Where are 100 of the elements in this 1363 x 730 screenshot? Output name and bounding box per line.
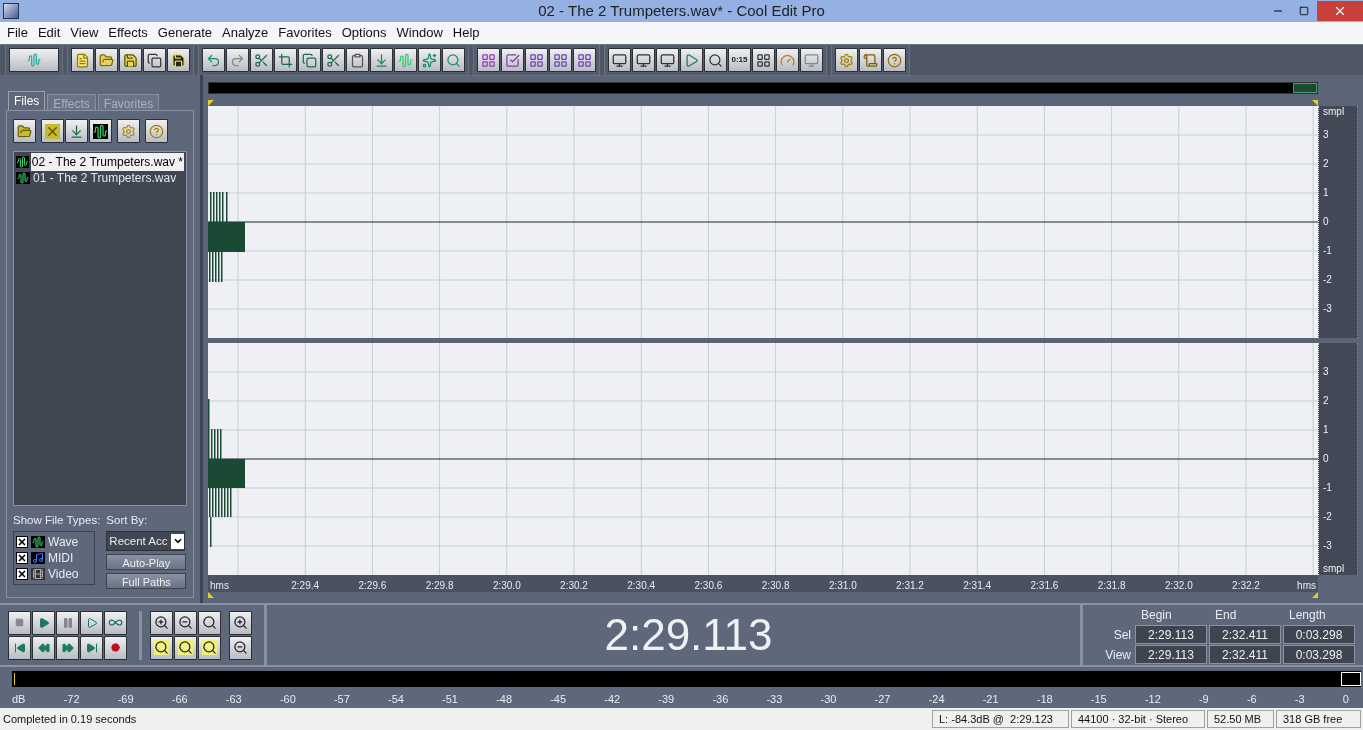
file-list-item[interactable]: 02 - The 2 Trumpeters.wav * <box>16 154 184 170</box>
repeat-button[interactable] <box>250 48 273 72</box>
play-button[interactable] <box>680 48 703 72</box>
meter-scale-label: -30 <box>820 692 837 707</box>
play-to-end-button[interactable] <box>80 610 103 635</box>
axis-label: -3 <box>1323 541 1332 551</box>
menu-item[interactable]: Edit <box>32 23 66 43</box>
tool-button[interactable] <box>442 48 465 72</box>
play-button[interactable] <box>32 610 55 635</box>
sort-by-dropdown[interactable]: Recent Acc <box>106 531 186 552</box>
menu-item[interactable]: File <box>2 23 33 43</box>
copy-icon <box>302 52 317 68</box>
mix-paste-button[interactable] <box>370 48 393 72</box>
meter-scale-label: -48 <box>496 692 513 707</box>
zoom-full-button[interactable] <box>198 610 221 635</box>
undo-button[interactable] <box>202 48 225 72</box>
vertical-zoom-in-button[interactable] <box>229 610 252 635</box>
zoom-left-button[interactable] <box>174 635 197 660</box>
view-range-indicator[interactable] <box>1293 83 1317 93</box>
checkbox[interactable] <box>16 568 28 581</box>
menu-item[interactable]: Favorites <box>273 23 337 43</box>
go-to-end-button[interactable] <box>80 635 103 660</box>
stop-button[interactable] <box>8 610 31 635</box>
save-icon <box>123 52 138 68</box>
help-button[interactable] <box>145 119 168 143</box>
zoom-out-button[interactable] <box>174 610 197 635</box>
rewind-button[interactable] <box>32 635 55 660</box>
grid-button[interactable] <box>549 48 572 72</box>
menu-item[interactable]: View <box>65 23 104 43</box>
time-field[interactable]: 0:03.298 <box>1283 625 1355 644</box>
menu-item[interactable]: Help <box>447 23 485 43</box>
window-button[interactable] <box>632 48 655 72</box>
checkbox[interactable] <box>16 552 28 565</box>
time-field[interactable]: 2:29.113 <box>1135 645 1207 664</box>
menu-item[interactable]: Generate <box>152 23 218 43</box>
settings-button[interactable] <box>835 48 858 72</box>
open-folder-button[interactable] <box>13 119 36 143</box>
insert-button[interactable] <box>65 119 88 143</box>
film-icon <box>31 568 45 581</box>
meter-scale-label: -27 <box>874 692 891 707</box>
open-button[interactable] <box>95 48 118 72</box>
level-meter-button[interactable] <box>776 48 799 72</box>
effect-button[interactable] <box>418 48 441 72</box>
window-button[interactable] <box>752 48 775 72</box>
meter-scale-label: -54 <box>388 692 404 707</box>
checkbox-icon-button[interactable] <box>501 48 524 72</box>
meter-scale-label: -21 <box>982 692 999 707</box>
record-button[interactable] <box>104 635 127 660</box>
time-field[interactable]: 2:32.411 <box>1209 625 1281 644</box>
zoom-button[interactable] <box>704 48 727 72</box>
new-file-button[interactable] <box>71 48 94 72</box>
menu-item[interactable]: Options <box>336 23 392 43</box>
row-label: View <box>1104 646 1132 664</box>
paste-button[interactable] <box>346 48 369 72</box>
close-file-button[interactable] <box>41 119 64 143</box>
save-all-button[interactable] <box>167 48 190 72</box>
window-button[interactable] <box>656 48 679 72</box>
panel-button[interactable]: Full Paths <box>106 573 187 590</box>
time-field[interactable]: 2:29.113 <box>1135 625 1207 644</box>
check-x-icon <box>17 537 27 548</box>
vertical-zoom-out-button[interactable] <box>229 635 252 660</box>
time-field[interactable]: 2:32.411 <box>1209 645 1281 664</box>
silence-button[interactable] <box>394 48 417 72</box>
menu-item[interactable]: Effects <box>103 23 153 43</box>
zoom-right-button[interactable] <box>198 635 221 660</box>
settings-button[interactable] <box>117 119 140 143</box>
grid-button[interactable] <box>525 48 548 72</box>
crop-button[interactable] <box>274 48 297 72</box>
save-as-button[interactable] <box>143 48 166 72</box>
time-window-button[interactable]: 0:15 <box>728 48 751 72</box>
panel-tab[interactable]: Files <box>8 91 46 110</box>
menu-item[interactable]: Analyze <box>217 23 274 43</box>
file-list-item[interactable]: 01 - The 2 Trumpeters.wav <box>16 170 184 186</box>
window-button[interactable] <box>800 48 823 72</box>
redo-button[interactable] <box>226 48 249 72</box>
envelope-button[interactable] <box>477 48 500 72</box>
zoom-full-icon <box>202 615 217 630</box>
meter-scale-label: -66 <box>171 692 188 707</box>
save-button[interactable] <box>119 48 142 72</box>
go-to-start-button[interactable] <box>8 635 31 660</box>
zoom-selection-button[interactable] <box>150 635 173 660</box>
panel-button[interactable]: Auto-Play <box>106 554 187 571</box>
help-icon <box>887 52 902 68</box>
time-field[interactable]: 0:03.298 <box>1283 645 1355 664</box>
axis-label: 0 <box>1323 454 1329 464</box>
window-button[interactable] <box>608 48 631 72</box>
close-icon <box>1333 4 1347 18</box>
insert-wave-button[interactable] <box>89 119 112 143</box>
loop-button[interactable] <box>104 610 127 635</box>
checkbox[interactable] <box>16 536 28 549</box>
axis-label: 3 <box>1323 367 1329 377</box>
cut-button[interactable] <box>322 48 345 72</box>
grid-button[interactable] <box>573 48 596 72</box>
pause-button[interactable] <box>56 610 79 635</box>
fast-forward-button[interactable] <box>56 635 79 660</box>
menu-item[interactable]: Window <box>391 23 448 43</box>
scroll-button[interactable] <box>859 48 882 72</box>
zoom-in-button[interactable] <box>150 610 173 635</box>
help-button[interactable] <box>883 48 906 72</box>
copy-button[interactable] <box>298 48 321 72</box>
